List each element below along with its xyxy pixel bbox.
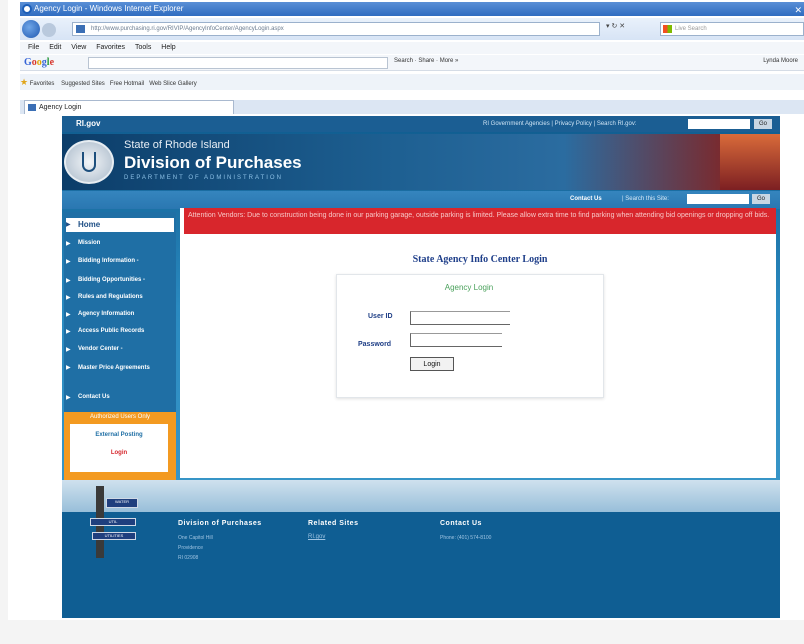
menu-edit[interactable]: Edit xyxy=(49,42,61,54)
footer-ri-gov-link[interactable]: RI.gov xyxy=(308,534,325,540)
site-search-input[interactable] xyxy=(687,194,749,204)
tab-bar: Agency Login xyxy=(20,100,804,114)
menu-tools[interactable]: Tools xyxy=(135,42,151,54)
sign-water: WATER xyxy=(106,498,138,508)
google-user[interactable]: Lynda Moore xyxy=(763,58,798,64)
fav-web-slice-gallery[interactable]: Web Slice Gallery xyxy=(149,81,197,87)
google-toolbar: Google Search · Share · More » Lynda Moo… xyxy=(20,55,804,71)
site-search-label: | Search this Site: xyxy=(622,196,669,202)
password-input[interactable] xyxy=(410,333,502,347)
address-bar-row: http://www.purchasing.ri.gov/RIVIP/Agenc… xyxy=(20,18,804,40)
ie-logo-icon xyxy=(22,4,32,14)
site-search-go-button[interactable]: Go xyxy=(752,194,770,204)
site-subbar xyxy=(62,191,780,209)
site-footer xyxy=(62,512,780,618)
nav-home[interactable]: Home xyxy=(66,218,174,232)
favorites-label[interactable]: Favorites xyxy=(30,81,55,87)
statehouse-dome-image xyxy=(720,134,780,190)
address-bar[interactable]: http://www.purchasing.ri.gov/RIVIP/Agenc… xyxy=(72,22,600,36)
footer-division-title: Division of Purchases xyxy=(178,520,262,527)
nav-agency-information[interactable]: Agency Information xyxy=(66,311,174,318)
sign-util: UTIL xyxy=(90,518,136,526)
top-links[interactable]: RI Government Agencies | Privacy Policy … xyxy=(483,121,637,127)
parking-alert-banner: Attention Vendors: Due to construction b… xyxy=(184,208,776,234)
left-edge xyxy=(0,0,8,644)
google-share-button[interactable]: Share xyxy=(418,58,434,64)
footer-address-line-3: RI 02908 xyxy=(178,555,199,561)
menu-favorites[interactable]: Favorites xyxy=(96,42,125,54)
footer-related-sites-title: Related Sites xyxy=(308,520,359,527)
footer-contact-title: Contact Us xyxy=(440,520,482,527)
google-tools[interactable]: Search · Share · More » xyxy=(394,58,458,64)
menu-view[interactable]: View xyxy=(71,42,86,54)
footer-phone: Phone: (401) 574-8100 xyxy=(440,535,492,541)
login-panel-heading: Agency Login xyxy=(444,283,494,292)
sign-utilities: UTILITIES xyxy=(92,532,136,540)
fav-free-hotmail[interactable]: Free Hotmail xyxy=(110,81,144,87)
forward-button[interactable] xyxy=(42,23,56,37)
google-search-input[interactable] xyxy=(88,57,388,69)
fav-suggested-sites[interactable]: Suggested Sites xyxy=(61,81,105,87)
refresh-stop-icons[interactable]: ▾ ↻ ✕ xyxy=(606,22,625,30)
menu-help[interactable]: Help xyxy=(161,42,175,54)
menu-file[interactable]: File xyxy=(28,42,39,54)
footer-address-line-1: One Capitol Hill xyxy=(178,535,213,541)
user-id-input[interactable] xyxy=(410,311,510,325)
close-icon[interactable]: ✕ xyxy=(794,3,802,17)
authorized-users-title: Authorized Users Only xyxy=(89,414,151,420)
contact-us-link[interactable]: Contact Us xyxy=(570,196,602,202)
authorized-login-link[interactable]: Login xyxy=(70,450,168,456)
tab-agency-login[interactable]: Agency Login xyxy=(24,100,234,114)
external-posting-link[interactable]: External Posting xyxy=(70,432,168,438)
menu-bar: File Edit View Favorites Tools Help xyxy=(20,42,804,54)
ri-gov-search-go-button[interactable]: Go xyxy=(754,119,772,129)
header-department: DEPARTMENT OF ADMINISTRATION xyxy=(124,175,283,181)
header-division: Division of Purchases xyxy=(124,153,302,172)
search-provider-icon xyxy=(663,25,672,33)
page-title: State Agency Info Center Login xyxy=(412,254,548,265)
login-button[interactable]: Login xyxy=(410,357,454,371)
google-more-button[interactable]: More » xyxy=(440,58,459,64)
address-text: http://www.purchasing.ri.gov/RIVIP/Agenc… xyxy=(91,26,284,32)
favorites-star-icon[interactable]: ★ xyxy=(20,77,28,87)
nav-bidding-opportunities[interactable]: Bidding Opportunities - xyxy=(66,277,174,284)
nav-contact-us[interactable]: Contact Us xyxy=(66,394,174,401)
ri-gov-logo[interactable]: RI.gov xyxy=(76,119,100,128)
site-favicon-icon xyxy=(76,25,85,33)
ri-gov-search-input[interactable] xyxy=(688,119,750,129)
nav-mission[interactable]: Mission xyxy=(66,240,174,247)
favorites-bar: ★ Favorites Suggested Sites Free Hotmail… xyxy=(20,74,804,90)
nav-vendor-center[interactable]: Vendor Center - xyxy=(66,346,174,353)
footer-address-line-2: Providence xyxy=(178,545,204,551)
header-state: State of Rhode Island xyxy=(124,139,230,151)
back-button[interactable] xyxy=(22,20,40,38)
nav-access-public-records[interactable]: Access Public Records xyxy=(66,328,174,335)
tab-favicon-icon xyxy=(28,104,36,111)
anchor-icon xyxy=(82,152,96,172)
window-title: Agency Login - Windows Internet Explorer xyxy=(34,4,184,13)
browser-search-box[interactable]: Live Search xyxy=(660,22,804,36)
nav-bidding-information[interactable]: Bidding Information - xyxy=(66,258,174,265)
nav-rules-and-regulations[interactable]: Rules and Regulations xyxy=(66,294,174,301)
browser-status-bar xyxy=(0,620,804,644)
nav-master-price-agreements[interactable]: Master Price Agreements xyxy=(66,364,156,372)
user-id-label: User ID xyxy=(368,313,393,320)
tab-label: Agency Login xyxy=(39,104,82,111)
google-search-button[interactable]: Search xyxy=(394,58,413,64)
browser-search-placeholder: Live Search xyxy=(675,26,707,32)
window-title-bar: Agency Login - Windows Internet Explorer… xyxy=(20,2,804,16)
password-label: Password xyxy=(358,341,392,348)
ri-top-bar xyxy=(62,116,780,132)
google-logo: Google xyxy=(24,57,55,68)
